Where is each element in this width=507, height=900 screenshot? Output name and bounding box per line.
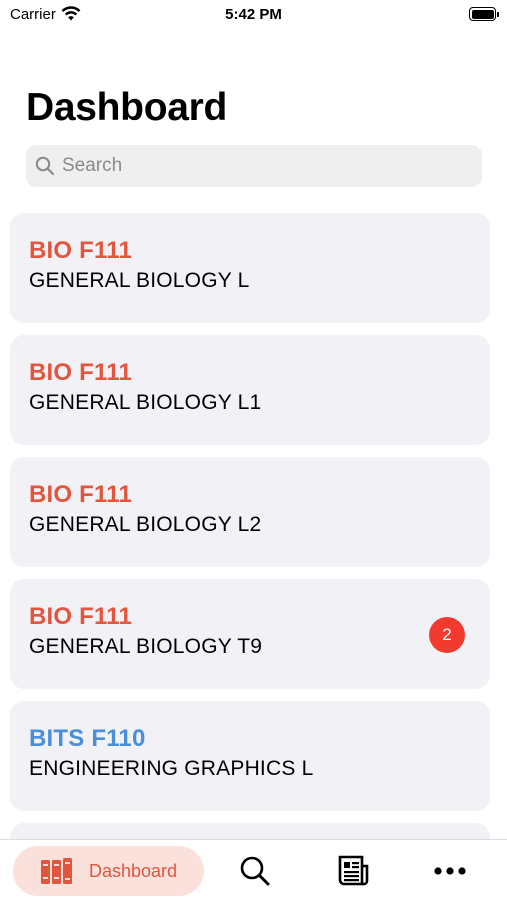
search-bar[interactable]: [26, 145, 482, 187]
course-code: BIO F111: [29, 481, 132, 508]
books-icon: [41, 858, 73, 889]
course-card[interactable]: BIO F111 GENERAL BIOLOGY T9 2: [10, 579, 490, 689]
newspaper-icon: [336, 855, 370, 892]
course-card[interactable]: BIO F111 GENERAL BIOLOGY L1: [10, 335, 490, 445]
tab-dashboard[interactable]: Dashboard: [13, 846, 204, 896]
more-icon: [430, 867, 470, 892]
search-icon: [238, 856, 272, 892]
course-code: BIO F111: [29, 359, 132, 386]
clock-time: 5:42 PM: [225, 6, 282, 23]
app-screen: Carrier 5:42 PM Dashboard BIO F111 GEN: [0, 0, 507, 900]
course-name: ENGINEERING GRAPHICS L: [29, 757, 314, 780]
course-card[interactable]: BITS F110 ENGINEERING GRAPHICS L: [10, 701, 490, 811]
battery-icon: [469, 7, 499, 21]
course-code: BIO F111: [29, 237, 132, 264]
course-code: BIO F111: [29, 603, 132, 630]
tab-more[interactable]: [430, 854, 470, 890]
status-bar: Carrier 5:42 PM: [0, 0, 507, 28]
search-input[interactable]: [62, 145, 472, 187]
course-list: BIO F111 GENERAL BIOLOGY L BIO F111 GENE…: [10, 213, 490, 900]
course-name: GENERAL BIOLOGY L2: [29, 513, 262, 536]
tab-news[interactable]: [336, 854, 372, 890]
tab-bar: Dashboard: [0, 839, 507, 900]
course-name: GENERAL BIOLOGY L: [29, 269, 250, 292]
tab-dashboard-label: Dashboard: [89, 861, 178, 881]
course-code: BITS F110: [29, 725, 146, 752]
tab-search[interactable]: [238, 854, 274, 890]
course-name: GENERAL BIOLOGY L1: [29, 391, 262, 414]
course-name: GENERAL BIOLOGY T9: [29, 635, 263, 658]
course-card[interactable]: BIO F111 GENERAL BIOLOGY L2: [10, 457, 490, 567]
search-icon: [35, 156, 55, 181]
page-title: Dashboard: [26, 86, 228, 129]
unread-count-badge: 2: [429, 617, 465, 653]
course-card[interactable]: BIO F111 GENERAL BIOLOGY L: [10, 213, 490, 323]
